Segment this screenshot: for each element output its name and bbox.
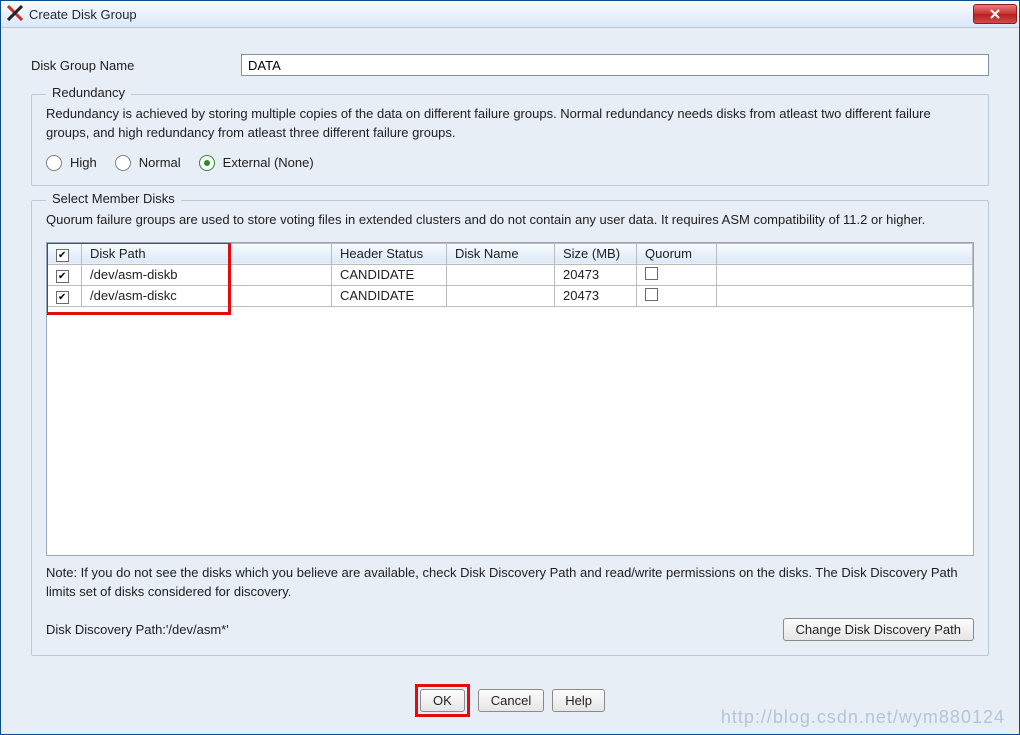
app-icon <box>7 5 23 24</box>
cell-size-mb: 20473 <box>555 285 637 306</box>
cell-header-status: CANDIDATE <box>332 264 447 285</box>
quorum-checkbox[interactable] <box>645 288 658 301</box>
cancel-button[interactable]: Cancel <box>478 689 544 712</box>
disk-group-name-label: Disk Group Name <box>31 58 241 73</box>
window-title: Create Disk Group <box>29 7 137 22</box>
col-header-status[interactable]: Header Status <box>332 243 447 264</box>
close-icon <box>990 9 1000 19</box>
cell-disk-path: /dev/asm-diskc <box>82 285 332 306</box>
member-disks-description: Quorum failure groups are used to store … <box>46 211 974 230</box>
radio-external-label: External (None) <box>223 155 314 170</box>
cell-disk-path: /dev/asm-diskb <box>82 264 332 285</box>
cell-disk-name <box>447 285 555 306</box>
cell-disk-name <box>447 264 555 285</box>
redundancy-description: Redundancy is achieved by storing multip… <box>46 105 974 143</box>
redundancy-radios: High Normal External (None) <box>46 155 974 171</box>
dialog-body: Disk Group Name Redundancy Redundancy is… <box>1 28 1019 735</box>
radio-normal-label: Normal <box>139 155 181 170</box>
redundancy-legend: Redundancy <box>46 85 131 100</box>
radio-high-label: High <box>70 155 97 170</box>
redundancy-fieldset: Redundancy Redundancy is achieved by sto… <box>31 94 989 186</box>
discovery-path-label: Disk Discovery Path:'/dev/asm*' <box>46 622 229 637</box>
footer-buttons: OK Cancel Help <box>31 684 989 717</box>
col-disk-path[interactable]: Disk Path <box>82 243 332 264</box>
col-quorum[interactable]: Quorum <box>637 243 717 264</box>
cell-size-mb: 20473 <box>555 264 637 285</box>
annotation-highlight-ok: OK <box>415 684 470 717</box>
change-discovery-path-button[interactable]: Change Disk Discovery Path <box>783 618 974 641</box>
help-button[interactable]: Help <box>552 689 605 712</box>
radio-external[interactable] <box>199 155 215 171</box>
quorum-checkbox[interactable] <box>645 267 658 280</box>
disks-table-container: Disk Path Header Status Disk Name Size (… <box>46 242 974 557</box>
col-disk-name[interactable]: Disk Name <box>447 243 555 264</box>
create-disk-group-window: Create Disk Group Disk Group Name Redund… <box>0 0 1020 735</box>
radio-high[interactable] <box>46 155 62 171</box>
member-disks-legend: Select Member Disks <box>46 191 181 206</box>
table-header-row: Disk Path Header Status Disk Name Size (… <box>48 243 973 264</box>
disk-group-name-row: Disk Group Name <box>31 54 989 76</box>
header-checkbox-cell <box>48 243 82 264</box>
disk-group-name-input[interactable] <box>241 54 989 76</box>
disks-note: Note: If you do not see the disks which … <box>46 564 974 602</box>
ok-button[interactable]: OK <box>420 689 465 712</box>
row-checkbox[interactable] <box>56 270 69 283</box>
table-row: /dev/asm-diskb CANDIDATE 20473 <box>48 264 973 285</box>
radio-normal[interactable] <box>115 155 131 171</box>
col-size-mb[interactable]: Size (MB) <box>555 243 637 264</box>
close-button[interactable] <box>973 4 1017 24</box>
col-spacer <box>717 243 973 264</box>
select-all-checkbox[interactable] <box>56 249 69 262</box>
titlebar: Create Disk Group <box>1 1 1019 28</box>
cell-header-status: CANDIDATE <box>332 285 447 306</box>
member-disks-fieldset: Select Member Disks Quorum failure group… <box>31 200 989 656</box>
table-row: /dev/asm-diskc CANDIDATE 20473 <box>48 285 973 306</box>
discovery-path-row: Disk Discovery Path:'/dev/asm*' Change D… <box>46 618 974 641</box>
disks-table: Disk Path Header Status Disk Name Size (… <box>47 243 973 307</box>
row-checkbox[interactable] <box>56 291 69 304</box>
